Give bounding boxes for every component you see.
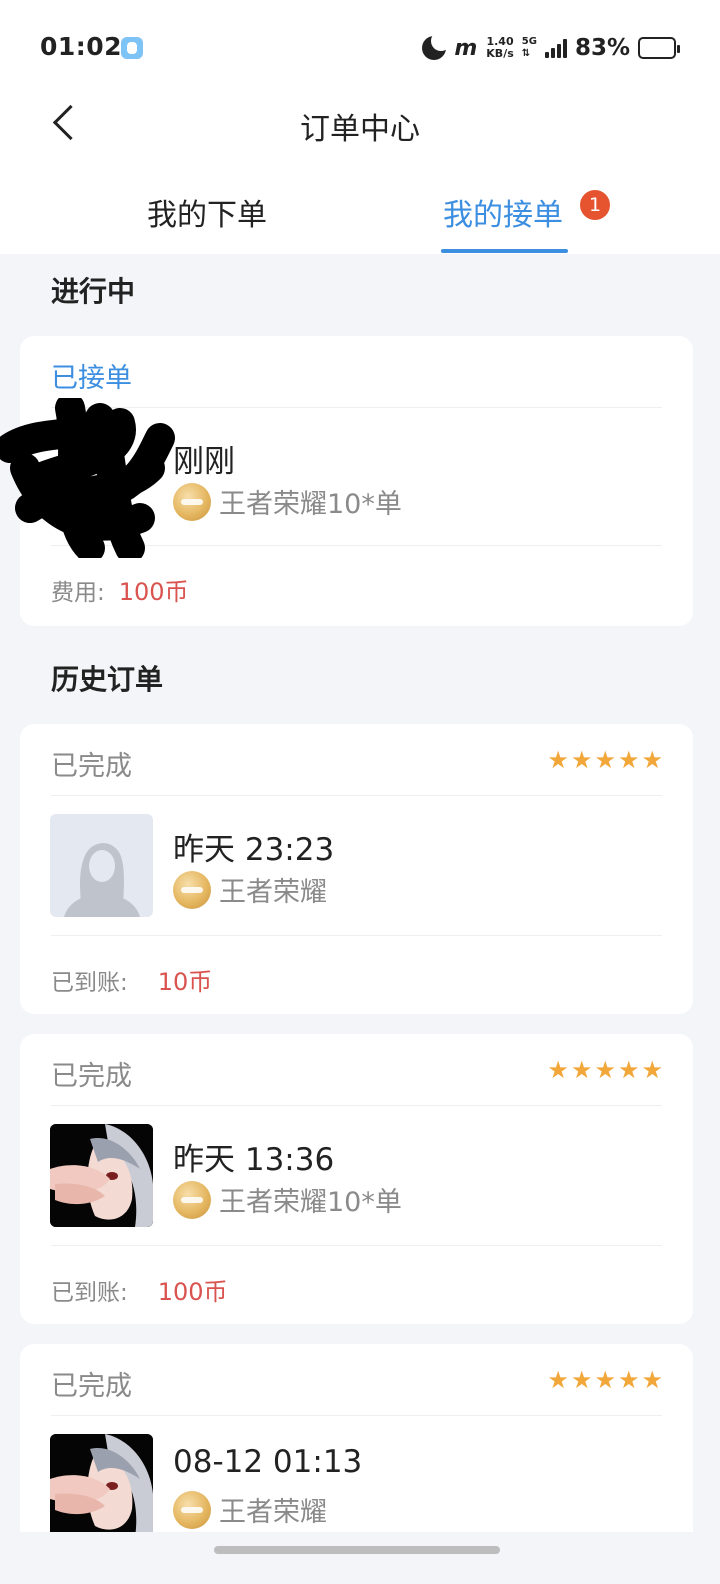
amount-value: 10币 [157,968,213,996]
card-divider [51,935,662,936]
star-icon: ★ [570,746,593,774]
game-logo-icon [173,482,211,521]
section-title-history: 历史订单 [51,663,164,696]
star-icon: ★ [617,746,640,774]
card-divider [51,1105,662,1106]
rating-stars: ★ ★ ★ ★ ★ [547,1368,663,1392]
game-name: 王者荣耀 [219,877,327,908]
section-title-in-progress: 进行中 [51,275,136,308]
battery-icon [638,37,680,59]
star-icon: ★ [547,1366,569,1394]
card-divider [51,1415,662,1416]
page-header: 订单中心 我的下单 我的接单 1 [0,90,720,254]
do-not-disturb-moon-icon [420,31,452,61]
order-time: 昨天 13:36 [173,1142,335,1178]
star-icon: ★ [594,1056,616,1084]
signal-bars-icon [544,38,567,58]
star-icon: ★ [570,1366,593,1394]
fee-label: 费用: [51,580,105,606]
network-speed: 1.40 KB/s [486,36,513,60]
tab-my-accepts[interactable]: 我的接单 [443,190,563,234]
data-arrows-icon: ⇅ [521,48,531,59]
game-logo-icon [173,870,211,909]
game-row: 王者荣耀 [173,1490,327,1529]
star-icon: ★ [641,1366,663,1394]
star-icon: ★ [617,1056,640,1084]
star-icon: ★ [547,1056,569,1084]
order-status: 已接单 [51,363,132,394]
game-row: 王者荣耀10*单 [173,482,402,521]
network-type: 5G ⇅ [522,36,537,60]
card-divider [51,1245,662,1246]
game-name: 王者荣耀10*单 [219,1187,402,1218]
star-icon: ★ [641,746,663,774]
star-icon: ★ [594,746,616,774]
star-icon: ★ [641,1056,663,1084]
amount-row: 已到账: 10币 [51,962,212,997]
person-silhouette-icon [64,843,140,917]
page-title: 订单中心 [300,112,420,147]
fee-value: 100币 [118,578,189,606]
tab-badge: 1 [580,190,610,220]
game-logo-icon [173,1180,211,1219]
amount-value: 100币 [157,1278,228,1306]
game-row: 王者荣耀 [173,870,327,909]
status-indicators: m 1.40 KB/s 5G ⇅ 83% [420,30,680,66]
history-order-card[interactable]: 已完成 ★ ★ ★ ★ ★ 08-12 01:13 王者荣耀 [20,1344,693,1532]
redaction-scribble [0,398,175,558]
order-time: 刚刚 [173,444,235,480]
order-time: 昨天 23:23 [173,832,335,868]
network-type-label: 5G [521,36,537,47]
game-name: 王者荣耀10*单 [219,489,402,520]
battery-percent: 83% [574,35,630,61]
network-speed-unit: KB/s [486,47,514,60]
amount-row: 已到账: 100币 [51,1272,228,1307]
carrier-m-icon: m [454,35,477,61]
fee-row: 费用: 100币 [51,572,189,607]
star-icon: ★ [570,1056,593,1084]
order-status: 已完成 [51,1371,132,1402]
game-name: 王者荣耀 [219,1497,327,1528]
tab-my-orders[interactable]: 我的下单 [147,190,267,234]
order-time: 08-12 01:13 [173,1444,363,1480]
amount-label: 已到账: [51,1280,128,1306]
default-avatar [50,814,153,917]
star-icon: ★ [547,746,569,774]
anime-character-image [50,1434,153,1532]
star-icon: ★ [617,1366,640,1394]
rating-stars: ★ ★ ★ ★ ★ [547,748,663,772]
active-tab-indicator [441,249,568,253]
game-row: 王者荣耀10*单 [173,1180,402,1219]
history-order-card[interactable]: 已完成 ★ ★ ★ ★ ★ 昨天 23:23 王者荣耀 已到账: 10币 [20,724,693,1014]
app-notification-icon [121,37,143,59]
anime-avatar [50,1124,153,1227]
anime-avatar [50,1434,153,1532]
order-status: 已完成 [51,751,132,782]
order-status: 已完成 [51,1061,132,1092]
status-time: 01:02 [40,32,123,61]
status-bar: 01:02 m 1.40 KB/s 5G ⇅ 83% [0,0,720,90]
rating-stars: ★ ★ ★ ★ ★ [547,1058,663,1082]
card-divider [51,795,662,796]
anime-character-image [50,1124,153,1227]
star-icon: ★ [594,1366,616,1394]
home-indicator[interactable] [214,1546,500,1554]
game-logo-icon [173,1490,211,1529]
amount-label: 已到账: [51,970,128,996]
history-order-card[interactable]: 已完成 ★ ★ ★ ★ ★ 昨天 13:36 王者荣耀10*单 已到账: 100币 [20,1034,693,1324]
